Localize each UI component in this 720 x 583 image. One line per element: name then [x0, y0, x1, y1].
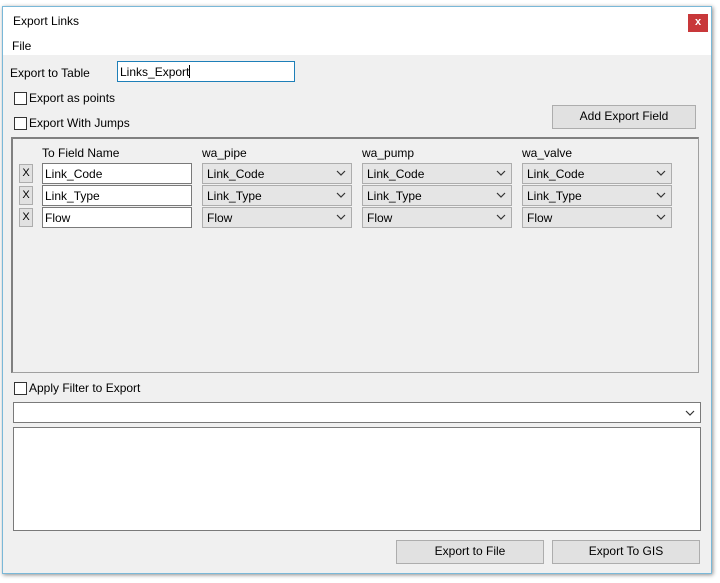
- menu-bar: File: [3, 37, 711, 55]
- export-table-input[interactable]: Links_Export: [117, 61, 295, 82]
- wa-pipe-select[interactable]: Link_Code: [202, 163, 352, 184]
- field-name-input[interactable]: Link_Code: [42, 163, 192, 184]
- title-bar: Export Links x: [3, 7, 711, 37]
- text-caret: [189, 65, 191, 78]
- wa-valve-select[interactable]: Flow: [522, 207, 672, 228]
- filter-combo[interactable]: [13, 402, 701, 423]
- export-to-gis-button[interactable]: Export To GIS: [552, 540, 700, 564]
- wa-valve-select[interactable]: Link_Type: [522, 185, 672, 206]
- menu-file[interactable]: File: [12, 39, 31, 53]
- chevron-down-icon: [656, 170, 666, 176]
- chevron-down-icon: [336, 170, 346, 176]
- filter-expression-textarea[interactable]: [13, 427, 701, 531]
- header-wa-pipe: wa_pipe: [202, 146, 247, 160]
- chevron-down-icon: [496, 214, 506, 220]
- wa-pump-select[interactable]: Link_Code: [362, 163, 512, 184]
- wa-pipe-select[interactable]: Flow: [202, 207, 352, 228]
- chevron-down-icon: [496, 170, 506, 176]
- apply-filter-checkbox[interactable]: [14, 382, 27, 395]
- select-value: Link_Code: [207, 167, 265, 181]
- export-as-points-checkbox[interactable]: [14, 92, 27, 105]
- chevron-down-icon: [336, 192, 346, 198]
- select-value: Link_Code: [527, 167, 585, 181]
- export-as-points-label: Export as points: [29, 91, 116, 105]
- export-with-jumps-label: Export With Jumps: [29, 116, 130, 130]
- add-export-field-button[interactable]: Add Export Field: [552, 105, 696, 129]
- delete-row-button[interactable]: X: [19, 208, 33, 227]
- export-field-grid: To Field Name wa_pipe wa_pump wa_valve X…: [11, 137, 699, 373]
- field-name-input[interactable]: Link_Type: [42, 185, 192, 206]
- wa-pipe-select[interactable]: Link_Type: [202, 185, 352, 206]
- select-value: Flow: [207, 211, 233, 225]
- chevron-down-icon: [496, 192, 506, 198]
- export-links-window: Export Links x File Export to Table Link…: [2, 6, 712, 574]
- chevron-down-icon: [656, 214, 666, 220]
- close-button[interactable]: x: [688, 14, 708, 32]
- chevron-down-icon: [656, 192, 666, 198]
- window-title: Export Links: [13, 14, 80, 28]
- wa-pump-select[interactable]: Flow: [362, 207, 512, 228]
- select-value: Link_Type: [367, 189, 422, 203]
- delete-row-button[interactable]: X: [19, 186, 33, 205]
- export-with-jumps-checkbox[interactable]: [14, 117, 27, 130]
- select-value: Link_Code: [367, 167, 425, 181]
- header-to-field-name: To Field Name: [42, 146, 120, 160]
- wa-valve-select[interactable]: Link_Code: [522, 163, 672, 184]
- select-value: Link_Type: [207, 189, 262, 203]
- select-value: Flow: [527, 211, 553, 225]
- header-wa-valve: wa_valve: [522, 146, 573, 160]
- chevron-down-icon: [685, 410, 695, 416]
- header-wa-pump: wa_pump: [362, 146, 415, 160]
- field-name-input[interactable]: Flow: [42, 207, 192, 228]
- delete-row-button[interactable]: X: [19, 164, 33, 183]
- export-table-value: Links_Export: [120, 65, 190, 79]
- export-to-file-button[interactable]: Export to File: [396, 540, 544, 564]
- select-value: Flow: [367, 211, 393, 225]
- apply-filter-label: Apply Filter to Export: [29, 381, 141, 395]
- select-value: Link_Type: [527, 189, 582, 203]
- wa-pump-select[interactable]: Link_Type: [362, 185, 512, 206]
- chevron-down-icon: [336, 214, 346, 220]
- export-table-label: Export to Table: [10, 66, 90, 80]
